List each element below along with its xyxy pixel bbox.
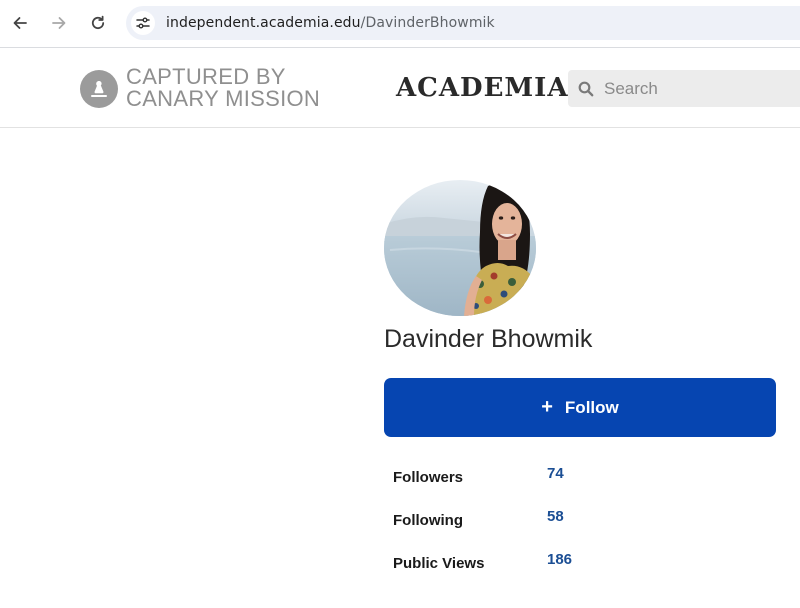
- followers-count-link[interactable]: 74: [547, 465, 564, 482]
- stamp-line-2: CANARY MISSION: [126, 86, 321, 111]
- academia-logo[interactable]: ACADEMIA: [396, 73, 569, 103]
- arrow-left-icon: [13, 17, 27, 29]
- stamp-text: CAPTURED BY CANARY MISSION: [126, 66, 320, 110]
- profile-name: Davinder Bhowmik: [384, 325, 593, 353]
- arrow-right-icon: [52, 17, 66, 29]
- stat-label: Following: [393, 512, 463, 529]
- search-box[interactable]: [568, 70, 800, 107]
- url-domain: independent.academia.edu: [166, 15, 361, 31]
- address-bar[interactable]: independent.academia.edu/DavinderBhowmik: [126, 6, 800, 40]
- stat-label: Public Views: [393, 555, 485, 572]
- profile-stats: Followers 74 Following 58 Public Views 1…: [393, 462, 693, 591]
- follow-label: Follow: [564, 397, 619, 417]
- reload-icon: [91, 15, 105, 30]
- browser-toolbar: independent.academia.edu/DavinderBhowmik: [0, 0, 800, 48]
- stat-row-public-views: Public Views 186: [393, 548, 693, 591]
- site-info-button[interactable]: [131, 11, 155, 35]
- plus-icon: +: [541, 396, 553, 418]
- search-icon: [578, 81, 594, 97]
- url-path: /DavinderBhowmik: [360, 15, 495, 31]
- url-text[interactable]: independent.academia.edu/DavinderBhowmik: [166, 15, 495, 31]
- forward-button[interactable]: [45, 9, 73, 37]
- stat-row-following: Following 58: [393, 505, 693, 548]
- following-count-link[interactable]: 58: [547, 508, 564, 525]
- back-button[interactable]: [6, 9, 34, 37]
- canary-mission-stamp: [80, 70, 118, 108]
- stat-row-followers: Followers 74: [393, 462, 693, 505]
- site-header: CAPTURED BY CANARY MISSION ACADEMIA: [0, 49, 800, 128]
- tune-icon: [136, 17, 150, 29]
- avatar: [384, 180, 536, 316]
- stat-label: Followers: [393, 469, 464, 486]
- stamp-line-1: CAPTURED BY: [126, 64, 286, 89]
- search-input[interactable]: [604, 70, 800, 107]
- canary-bird-icon: [91, 81, 107, 97]
- follow-button[interactable]: + Follow: [384, 378, 776, 437]
- public-views-count-link[interactable]: 186: [547, 551, 572, 568]
- reload-button[interactable]: [84, 9, 112, 37]
